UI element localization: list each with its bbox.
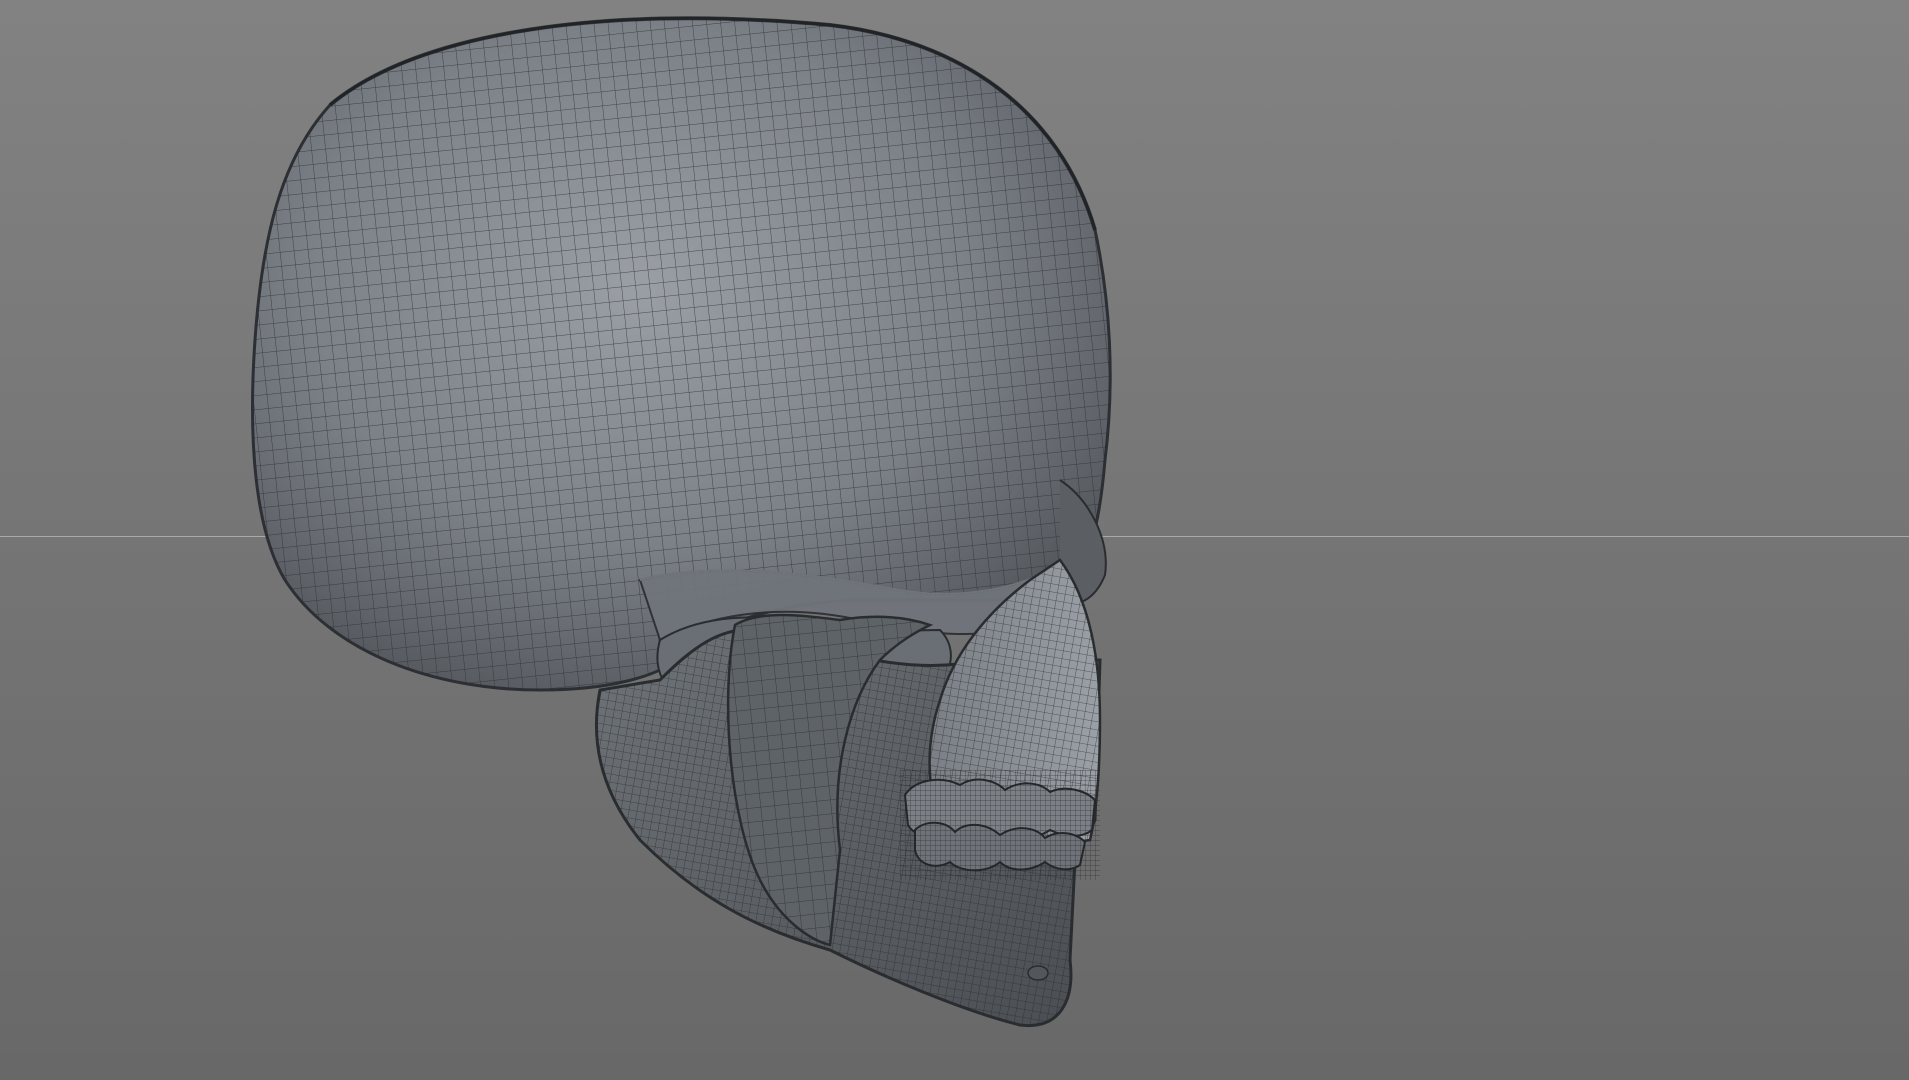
3d-viewport[interactable] — [0, 0, 1909, 1080]
skull-mesh-model[interactable] — [0, 0, 1909, 1080]
teeth — [900, 770, 1100, 880]
